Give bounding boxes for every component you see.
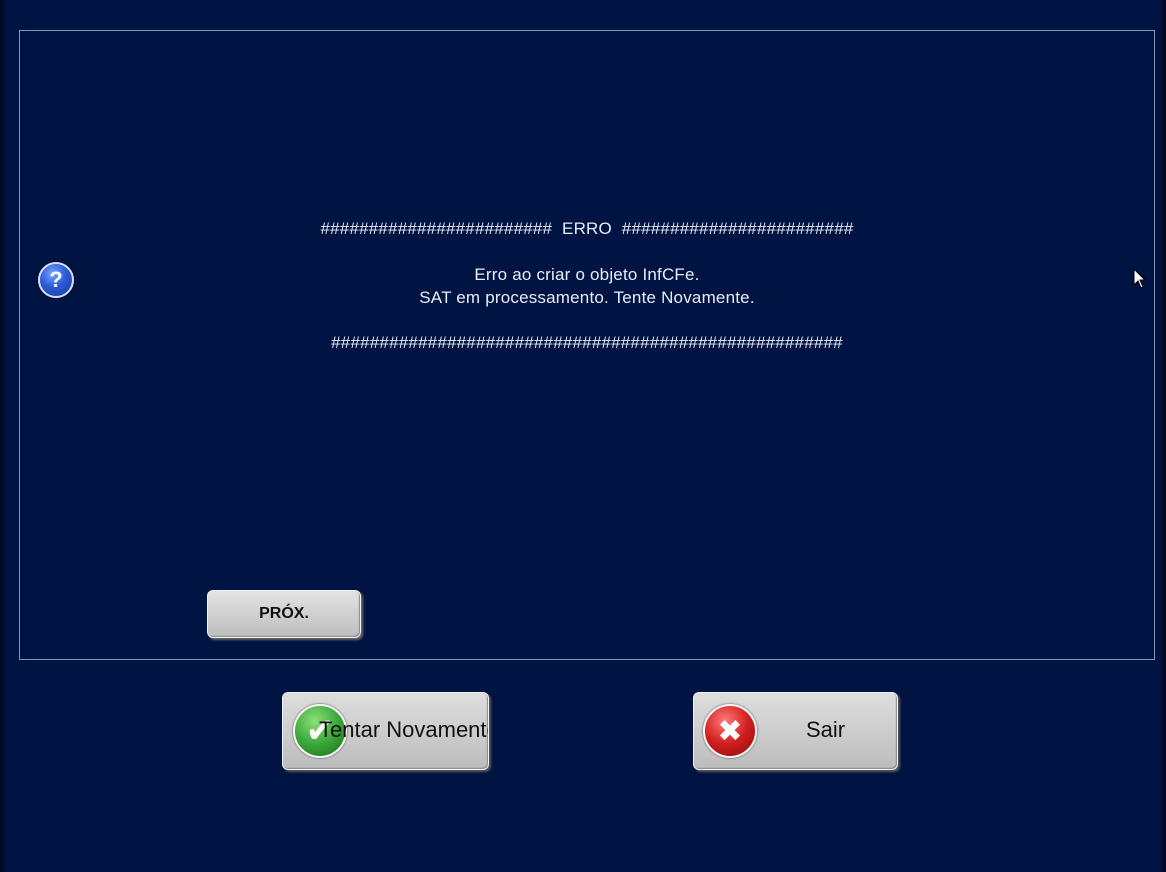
- next-button-label: PRÓX.: [259, 605, 309, 622]
- error-message-line-2: SAT em processamento. Tente Novamente.: [419, 288, 755, 307]
- error-message-line-1: Erro ao criar o objeto InfCFe.: [474, 265, 700, 284]
- retry-button[interactable]: ✔ Tentar Novamente: [282, 692, 489, 770]
- message-panel: ? ######################## ERRO ########…: [19, 30, 1155, 660]
- close-icon: ✖: [703, 704, 757, 758]
- next-button[interactable]: PRÓX.: [207, 590, 361, 638]
- screen: ? ######################## ERRO ########…: [0, 0, 1166, 872]
- exit-button[interactable]: ✖ Sair: [693, 692, 898, 770]
- error-header: ######################## ERRO ##########…: [320, 219, 854, 238]
- error-footer: ########################################…: [331, 333, 843, 352]
- exit-button-label: Sair: [806, 717, 846, 742]
- retry-button-label: Tentar Novamente: [319, 717, 489, 742]
